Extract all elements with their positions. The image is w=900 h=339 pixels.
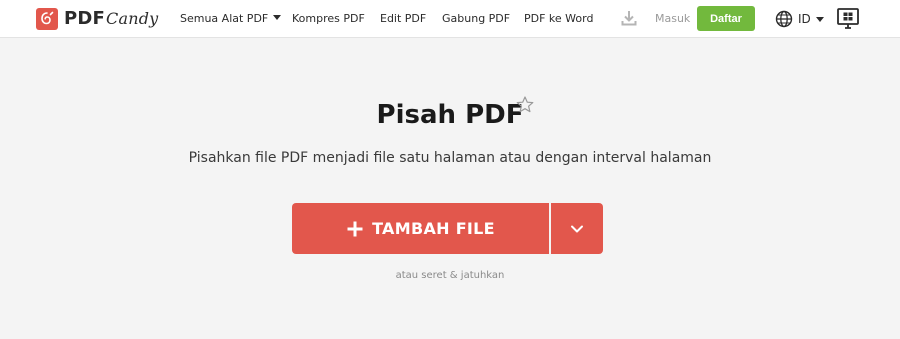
globe-icon bbox=[775, 10, 793, 28]
add-file-button[interactable]: TAMBAH FILE bbox=[292, 203, 549, 254]
caret-down-icon bbox=[815, 16, 824, 22]
plus-icon bbox=[347, 221, 363, 236]
windows-desktop-icon[interactable] bbox=[836, 7, 860, 31]
logo-word-pdf: PDF bbox=[64, 8, 106, 29]
pdfcandy-logo[interactable]: PDF Candy bbox=[36, 8, 158, 30]
nav-pdf-to-word[interactable]: PDF ke Word bbox=[524, 12, 593, 26]
nav-edit-pdf[interactable]: Edit PDF bbox=[380, 12, 426, 26]
upload-source-dropdown-button[interactable] bbox=[551, 203, 603, 254]
star-icon[interactable] bbox=[515, 95, 535, 115]
title-wrap: Pisah PDF bbox=[0, 96, 900, 134]
page-subtitle: Pisahkan file PDF menjadi file satu hala… bbox=[188, 150, 712, 166]
logo-word-candy: Candy bbox=[106, 9, 159, 28]
nav-all-tools-label: Semua Alat PDF bbox=[180, 12, 269, 25]
nav-compress-pdf[interactable]: Kompres PDF bbox=[292, 12, 365, 26]
nav-all-tools[interactable]: Semua Alat PDF bbox=[180, 12, 282, 26]
drag-drop-hint: atau seret & jatuhkan bbox=[395, 270, 505, 281]
language-selector[interactable]: ID bbox=[775, 9, 824, 29]
top-header: PDF Candy Semua Alat PDF Kompres PDF Edit… bbox=[0, 0, 900, 38]
language-code: ID bbox=[798, 12, 811, 26]
download-icon[interactable] bbox=[620, 9, 638, 27]
caret-down-icon bbox=[273, 15, 282, 20]
add-file-label: TAMBAH FILE bbox=[372, 219, 495, 238]
logo-wordmark: PDF Candy bbox=[64, 8, 158, 30]
upload-button-group: TAMBAH FILE bbox=[292, 203, 603, 254]
nav-merge-pdf[interactable]: Gabung PDF bbox=[442, 12, 510, 26]
page-title: Pisah PDF bbox=[376, 100, 524, 130]
logo-icon bbox=[36, 8, 58, 30]
login-link[interactable]: Masuk bbox=[655, 12, 690, 26]
signup-button[interactable]: Daftar bbox=[697, 6, 755, 31]
chevron-down-icon bbox=[571, 225, 583, 232]
